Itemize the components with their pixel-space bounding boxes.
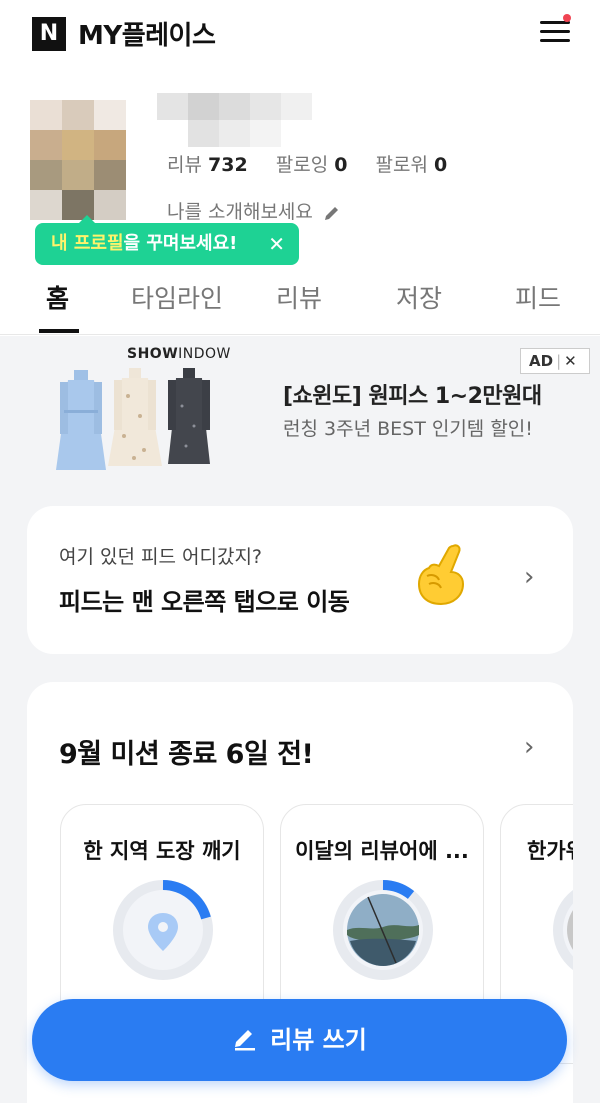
ad-brand-logo: SHOWINDOW	[127, 346, 231, 362]
feed-notice-title: 피드는 맨 오른쪽 탭으로 이동	[59, 588, 350, 616]
ad-title: [쇼윈도] 원피스 1~2만원대	[283, 384, 542, 409]
mission-title: 이달의 리뷰어에 ...	[295, 839, 469, 863]
chevron-right-icon[interactable]: ›	[524, 732, 534, 762]
ad-close-badge[interactable]: AD | ✕	[520, 348, 590, 374]
write-review-button[interactable]: 리뷰 쓰기	[32, 999, 567, 1081]
naver-logo[interactable]: N	[32, 17, 66, 51]
write-review-label: 리뷰 쓰기	[270, 1026, 367, 1054]
feed-notice-question: 여기 있던 피드 어디갔지?	[59, 546, 263, 568]
profile-stats: 리뷰 732 팔로잉 0 팔로워 0	[167, 150, 469, 177]
mission-progress-ring	[553, 890, 573, 970]
review-count[interactable]: 리뷰 732	[167, 154, 248, 176]
promo-text: 을 꾸며보세요!	[123, 233, 238, 254]
feed-moved-card[interactable]: 여기 있던 피드 어디갔지? 피드는 맨 오른쪽 탭으로 이동 ›	[27, 506, 573, 654]
tab-bar: 홈 타임라인 리뷰 저장 피드	[0, 265, 600, 335]
ad-subtitle: 런칭 3주년 BEST 인기템 할인!	[283, 418, 533, 440]
tab-reviews[interactable]: 리뷰	[276, 279, 322, 315]
tab-feed[interactable]: 피드	[515, 279, 561, 315]
mission-progress-ring	[333, 880, 433, 980]
profile-name-blurred	[157, 93, 314, 148]
close-icon[interactable]: ✕	[564, 352, 577, 370]
ad-product-image	[56, 368, 210, 470]
active-tab-indicator	[39, 329, 79, 333]
intro-edit-link[interactable]: 나를 소개해보세요	[167, 197, 341, 224]
intro-text: 나를 소개해보세요	[167, 201, 313, 223]
tab-saved[interactable]: 저장	[396, 279, 442, 315]
following-count[interactable]: 팔로잉 0	[276, 154, 348, 176]
ad-banner[interactable]: SHOWINDOW AD | ✕ [쇼윈도] 원피스 1~2만원대 런칭 3주년 B…	[0, 336, 600, 480]
close-icon[interactable]: ✕	[268, 223, 285, 265]
page-title: MY플레이스	[78, 21, 216, 51]
pointing-hand-icon	[417, 544, 465, 606]
follower-count[interactable]: 팔로워 0	[376, 154, 448, 176]
tab-timeline[interactable]: 타임라인	[131, 279, 223, 315]
pencil-icon	[235, 1030, 256, 1051]
promo-highlight: 내 프로필	[51, 233, 124, 254]
missions-title: 9월 미션 종료 6일 전!	[59, 739, 314, 770]
mission-title: 한가위	[527, 839, 573, 863]
pencil-icon	[324, 206, 338, 220]
profile-promo-tooltip[interactable]: 내 프로필을 꾸며보세요! ✕	[35, 215, 299, 265]
avatar[interactable]	[30, 100, 126, 220]
mission-title: 한 지역 도장 깨기	[83, 839, 241, 863]
tab-home[interactable]: 홈	[46, 279, 69, 315]
app-header: N MY플레이스	[0, 0, 600, 70]
mission-progress-ring	[113, 880, 213, 980]
chevron-right-icon: ›	[524, 562, 535, 592]
notification-dot	[563, 14, 571, 22]
